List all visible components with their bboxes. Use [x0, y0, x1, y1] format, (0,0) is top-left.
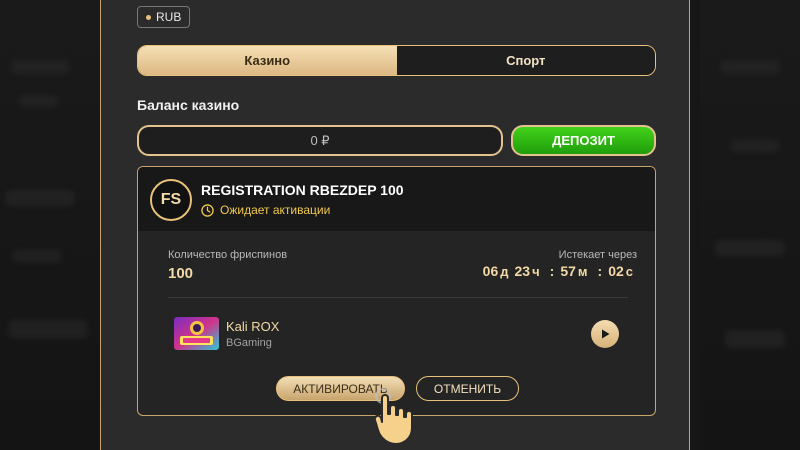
game-title[interactable]: Kali ROX — [226, 319, 279, 334]
timer-seconds-unit: с — [625, 264, 633, 279]
game-provider: BGaming — [226, 337, 272, 349]
timer-separator: : — [549, 263, 555, 279]
wallet-tabs: Казино Спорт — [137, 45, 656, 76]
bonus-name: REGISTRATION RBEZDEP 100 — [201, 182, 404, 198]
bonus-header: FS REGISTRATION RBEZDEP 100 Ожидает акти… — [138, 167, 655, 231]
expires-label: Истекает через — [558, 249, 637, 261]
balance-title: Баланс казино — [137, 97, 240, 113]
hand-pointer-icon — [373, 388, 413, 445]
background-right — [700, 0, 800, 450]
cancel-button[interactable]: ОТМЕНИТЬ — [416, 376, 519, 401]
timer-seconds: 02 — [608, 263, 624, 279]
balance-value: 0 ₽ — [310, 132, 330, 148]
spins-label: Количество фриспинов — [168, 249, 288, 261]
spins-value: 100 — [168, 265, 194, 282]
dot-icon — [146, 14, 151, 20]
timer-hours-unit: ч — [532, 264, 540, 279]
wallet-panel: RUB Казино Спорт Баланс казино 0 ₽ ДЕПОЗ… — [100, 0, 690, 450]
bonus-status: Ожидает активации — [201, 203, 330, 217]
currency-badge[interactable]: RUB — [137, 6, 191, 28]
play-icon — [602, 329, 610, 339]
timer-minutes-unit: м — [577, 264, 588, 279]
timer-days-unit: д — [500, 264, 509, 279]
clock-icon — [201, 203, 214, 217]
tab-sport[interactable]: Спорт — [396, 46, 655, 75]
tab-casino[interactable]: Казино — [138, 46, 397, 75]
timer-separator: : — [597, 263, 603, 279]
background-left — [0, 0, 100, 450]
deposit-button[interactable]: ДЕПОЗИТ — [511, 125, 656, 156]
expiry-timer: 06 д 23 ч : 57 м : 02 с — [483, 263, 637, 279]
game-thumbnail[interactable] — [174, 317, 219, 350]
freespins-badge: FS — [150, 179, 192, 221]
game-art-icon — [174, 317, 219, 350]
play-button[interactable] — [591, 320, 619, 348]
balance-field: 0 ₽ — [137, 125, 503, 156]
timer-days: 06 — [482, 263, 499, 279]
bonus-status-text: Ожидает активации — [220, 203, 331, 217]
bonus-card: FS REGISTRATION RBEZDEP 100 Ожидает акти… — [137, 166, 656, 416]
timer-minutes: 57 — [560, 263, 576, 279]
timer-hours: 23 — [514, 263, 531, 279]
divider — [168, 297, 628, 298]
currency-label: RUB — [156, 10, 182, 24]
